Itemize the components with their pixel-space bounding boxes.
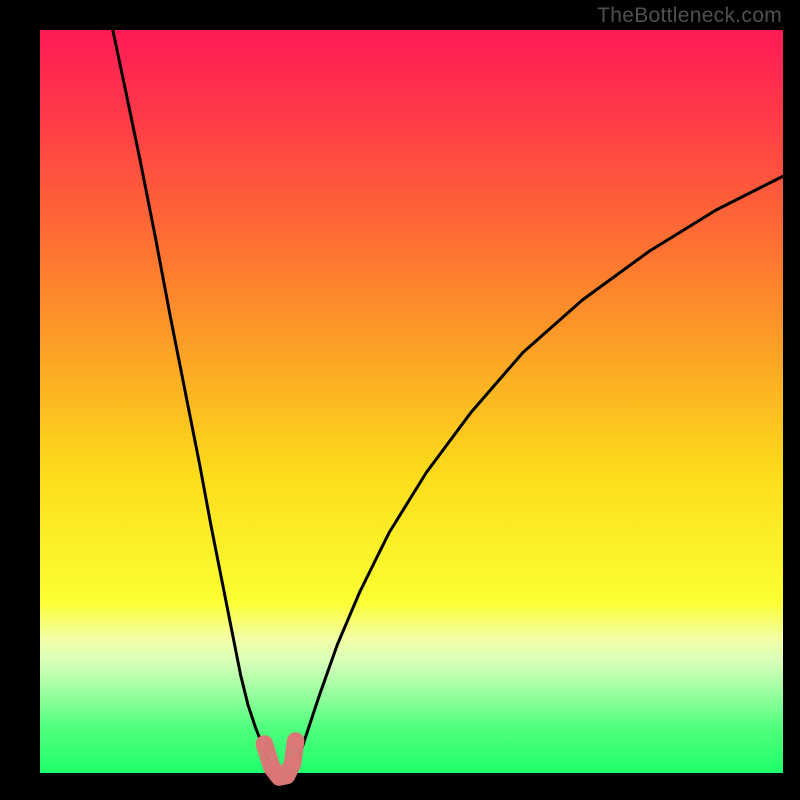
chart-stage: TheBottleneck.com (0, 0, 800, 800)
series-marker-dots-pt-5 (288, 733, 304, 749)
plot-svg (40, 30, 783, 780)
watermark-text: TheBottleneck.com (597, 4, 782, 28)
series-marker-dots-pt-4 (285, 756, 301, 772)
plot-area (40, 30, 783, 780)
series-bottleneck-right (289, 176, 783, 780)
series-bottleneck-left (113, 30, 278, 780)
series-marker-dots-pt-0 (256, 736, 272, 752)
